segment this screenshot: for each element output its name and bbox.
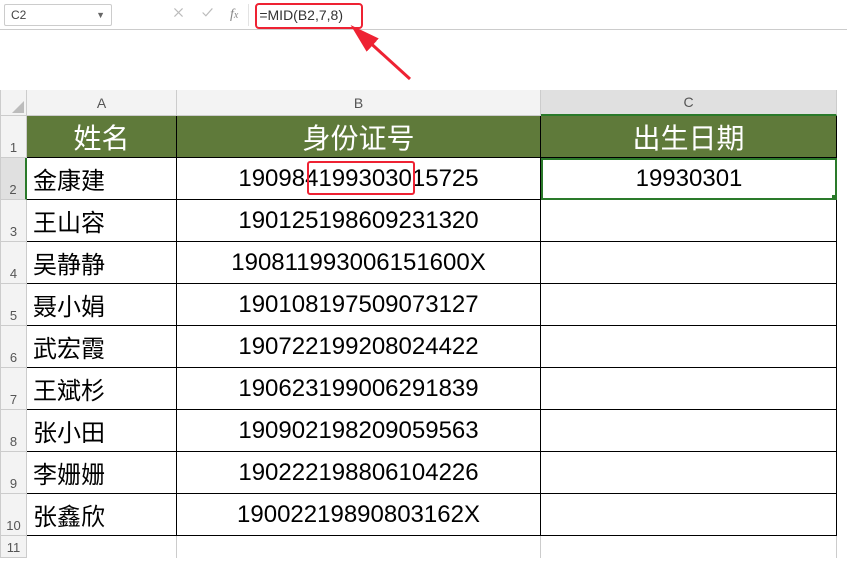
table-row: 王斌杉 190623199006291839 (27, 368, 847, 410)
cell-id[interactable]: 190811993006151600X (177, 242, 541, 284)
table-row: 张小田 190902198209059563 (27, 410, 847, 452)
fx-icon[interactable]: fx (230, 7, 238, 23)
col-header-c[interactable]: C (541, 90, 837, 116)
annotation-mid-segment (307, 161, 415, 195)
cell-dob-selected[interactable]: 19930301 (541, 158, 837, 200)
cell-name[interactable]: 王山容 (27, 200, 177, 242)
table-row: 金康建 190984199303015725 19930301 (27, 158, 847, 200)
cell-name[interactable]: 张鑫欣 (27, 494, 177, 536)
cell-id[interactable]: 190222198806104226 (177, 452, 541, 494)
cell-empty[interactable] (541, 536, 837, 558)
cell-id[interactable]: 190902198209059563 (177, 410, 541, 452)
cell-id[interactable]: 190108197509073127 (177, 284, 541, 326)
cell-dob[interactable] (541, 368, 837, 410)
table-row: 吴静静 190811993006151600X (27, 242, 847, 284)
chevron-down-icon[interactable]: ▼ (96, 10, 105, 20)
table-row: 王山容 190125198609231320 (27, 200, 847, 242)
spreadsheet-grid[interactable]: 1 2 3 4 5 6 7 8 9 10 11 A B C 姓名 身份证号 出生… (0, 90, 847, 558)
table-row: 聂小娟 190108197509073127 (27, 284, 847, 326)
row-header-11[interactable]: 11 (1, 536, 27, 558)
confirm-icon[interactable] (201, 6, 214, 24)
row-header-1[interactable]: 1 (1, 116, 27, 158)
name-box-value: C2 (11, 8, 26, 22)
row-header-6[interactable]: 6 (1, 326, 27, 368)
select-all-triangle[interactable] (1, 90, 27, 116)
cell-id[interactable]: 19002219890803162X (177, 494, 541, 536)
annotation-arrow (0, 30, 847, 90)
header-dob[interactable]: 出生日期 (541, 116, 837, 158)
cancel-icon[interactable] (172, 6, 185, 24)
table-header-row: 姓名 身份证号 出生日期 (27, 116, 847, 158)
table-row: 武宏霞 190722199208024422 (27, 326, 847, 368)
col-header-a[interactable]: A (27, 90, 177, 116)
cell-name[interactable]: 张小田 (27, 410, 177, 452)
cell-id[interactable]: 190984199303015725 (177, 158, 541, 200)
row-header-3[interactable]: 3 (1, 200, 27, 242)
cell-name[interactable]: 王斌杉 (27, 368, 177, 410)
table-row-empty (27, 536, 847, 558)
row-header-10[interactable]: 10 (1, 494, 27, 536)
row-header-9[interactable]: 9 (1, 452, 27, 494)
formula-input[interactable]: =MID(B2,7,8) (249, 7, 343, 23)
row-header-5[interactable]: 5 (1, 284, 27, 326)
cell-empty[interactable] (27, 536, 177, 558)
cell-dob[interactable] (541, 284, 837, 326)
row-header-4[interactable]: 4 (1, 242, 27, 284)
cell-dob[interactable] (541, 410, 837, 452)
cell-empty[interactable] (177, 536, 541, 558)
row-header-2[interactable]: 2 (1, 158, 27, 200)
cell-name[interactable]: 聂小娟 (27, 284, 177, 326)
cell-name[interactable]: 吴静静 (27, 242, 177, 284)
row-header-7[interactable]: 7 (1, 368, 27, 410)
cell-dob[interactable] (541, 494, 837, 536)
cell-dob[interactable] (541, 200, 837, 242)
cell-dob[interactable] (541, 452, 837, 494)
cell-name[interactable]: 金康建 (27, 158, 177, 200)
cell-dob[interactable] (541, 326, 837, 368)
cell-name[interactable]: 李姗姗 (27, 452, 177, 494)
cell-id[interactable]: 190722199208024422 (177, 326, 541, 368)
formula-bar-buttons: fx (162, 4, 249, 26)
table-row: 李姗姗 190222198806104226 (27, 452, 847, 494)
cell-id[interactable]: 190125198609231320 (177, 200, 541, 242)
cell-name[interactable]: 武宏霞 (27, 326, 177, 368)
header-name[interactable]: 姓名 (27, 116, 177, 158)
cell-dob[interactable] (541, 242, 837, 284)
row-header-8[interactable]: 8 (1, 410, 27, 452)
header-id[interactable]: 身份证号 (177, 116, 541, 158)
name-box[interactable]: C2 ▼ (4, 4, 112, 26)
table-row: 张鑫欣 19002219890803162X (27, 494, 847, 536)
cell-id[interactable]: 190623199006291839 (177, 368, 541, 410)
